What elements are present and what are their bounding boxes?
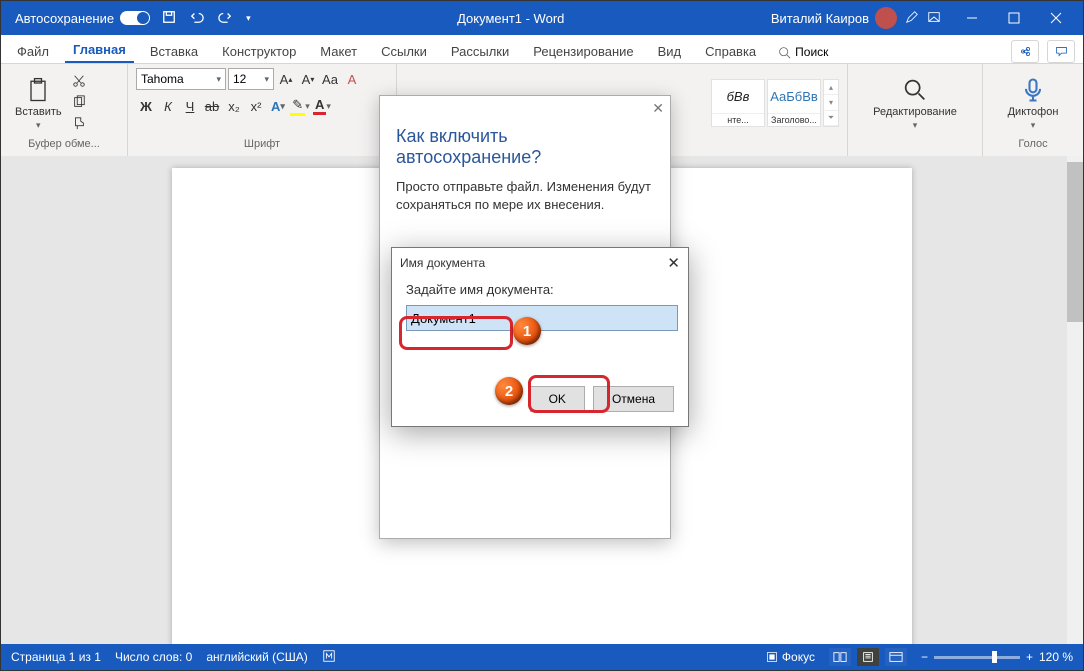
step-marker-2: 2 (495, 377, 523, 405)
tab-home[interactable]: Главная (65, 36, 134, 63)
highlight-button[interactable]: ✎▾ (290, 96, 310, 116)
clipboard-group-label: Буфер обме... (9, 138, 119, 152)
web-layout-button[interactable] (885, 648, 907, 666)
microphone-icon (1019, 76, 1047, 104)
document-name-input[interactable] (406, 305, 678, 331)
cancel-button[interactable]: Отмена (593, 386, 674, 412)
subscript-button[interactable]: x₂ (224, 96, 244, 116)
tab-view[interactable]: Вид (650, 38, 690, 63)
callout-body: Просто отправьте файл. Изменения будут с… (380, 178, 670, 214)
dictate-button[interactable]: Диктофон ▾ (1002, 74, 1065, 133)
grow-font-button[interactable]: A▴ (276, 69, 296, 89)
dialog-prompt: Задайте имя документа: (406, 282, 674, 297)
save-icon[interactable] (162, 10, 176, 27)
maximize-button[interactable] (993, 1, 1035, 35)
tab-layout[interactable]: Макет (312, 38, 365, 63)
dialog-title: Имя документа (400, 256, 485, 270)
style-quote[interactable]: бВвнте... (711, 79, 765, 127)
cut-icon[interactable] (72, 74, 86, 91)
document-title: Документ1 - Word (251, 11, 771, 26)
zoom-slider[interactable] (934, 656, 1020, 659)
search-box[interactable]: Поиск (772, 41, 834, 63)
tab-mailings[interactable]: Рассылки (443, 38, 517, 63)
close-button[interactable] (1035, 1, 1077, 35)
zoom-level[interactable]: 120 % (1039, 650, 1073, 664)
status-page[interactable]: Страница 1 из 1 (11, 650, 101, 664)
zoom-out-icon[interactable]: − (921, 650, 928, 664)
user-name: Виталий Каиров (771, 11, 869, 26)
copy-icon[interactable] (72, 95, 86, 112)
focus-mode[interactable]: Фокус (766, 650, 815, 664)
search-icon (901, 76, 929, 104)
document-name-dialog: Имя документа ✕ Задайте имя документа: O… (391, 247, 689, 427)
font-size-select[interactable]: 12▾ (228, 68, 274, 90)
editing-label: Редактирование (873, 106, 957, 118)
search-label: Поиск (795, 45, 828, 59)
font-group-label: Шрифт (136, 138, 388, 152)
autosave-toggle[interactable] (120, 11, 150, 25)
autosave-label: Автосохранение (15, 11, 114, 26)
font-color-button[interactable]: A▾ (312, 96, 332, 116)
bold-button[interactable]: Ж (136, 96, 156, 116)
underline-button[interactable]: Ч (180, 96, 200, 116)
titlebar: Автосохранение ▾ Документ1 - Word Витали… (1, 1, 1083, 35)
ok-button[interactable]: OK (530, 386, 585, 412)
status-words[interactable]: Число слов: 0 (115, 650, 192, 664)
tab-file[interactable]: Файл (9, 38, 57, 63)
vertical-scrollbar[interactable] (1067, 156, 1083, 644)
pen-icon[interactable] (905, 10, 919, 27)
dictate-label: Диктофон (1008, 106, 1059, 118)
avatar (875, 7, 897, 29)
italic-button[interactable]: К (158, 96, 178, 116)
tab-references[interactable]: Ссылки (373, 38, 435, 63)
editing-button[interactable]: Редактирование ▾ (867, 74, 963, 133)
tab-design[interactable]: Конструктор (214, 38, 304, 63)
search-icon (778, 46, 791, 59)
tab-insert[interactable]: Вставка (142, 38, 206, 63)
view-buttons (829, 648, 907, 666)
superscript-button[interactable]: x² (246, 96, 266, 116)
status-language[interactable]: английский (США) (206, 650, 307, 664)
tab-help[interactable]: Справка (697, 38, 764, 63)
callout-heading: Как включить автосохранение? (380, 96, 670, 178)
undo-icon[interactable] (190, 10, 204, 27)
callout-close-icon[interactable]: ✕ (652, 100, 664, 117)
step-marker-1: 1 (513, 317, 541, 345)
format-painter-icon[interactable] (72, 116, 86, 133)
ribbon-tabs: Файл Главная Вставка Конструктор Макет С… (1, 35, 1083, 64)
redo-icon[interactable] (218, 10, 232, 27)
macro-icon[interactable] (322, 649, 336, 666)
zoom-in-icon[interactable]: + (1026, 650, 1033, 664)
clipboard-icon (24, 76, 52, 104)
print-layout-button[interactable] (857, 648, 879, 666)
text-effects-button[interactable]: A▾ (268, 96, 288, 116)
tab-review[interactable]: Рецензирование (525, 38, 641, 63)
voice-group-label: Голос (991, 138, 1075, 152)
shrink-font-button[interactable]: A▾ (298, 69, 318, 89)
change-case-button[interactable]: Aa (320, 69, 340, 89)
style-heading[interactable]: АаБбВвЗаголово... (767, 79, 821, 127)
user-account[interactable]: Виталий Каиров (771, 7, 897, 29)
statusbar: Страница 1 из 1 Число слов: 0 английский… (1, 644, 1083, 670)
comments-button[interactable] (1047, 40, 1075, 63)
read-mode-button[interactable] (829, 648, 851, 666)
clear-format-button[interactable]: A (342, 69, 362, 89)
quick-access-toolbar: ▾ (162, 10, 251, 27)
zoom-control[interactable]: − + 120 % (921, 650, 1073, 664)
styles-scroll[interactable]: ▴▾⏷ (823, 79, 839, 127)
ribbon-options-icon[interactable] (927, 10, 941, 27)
minimize-button[interactable] (951, 1, 993, 35)
editing-group-label (856, 138, 974, 152)
strike-button[interactable]: ab (202, 96, 222, 116)
share-button[interactable] (1011, 40, 1039, 63)
paste-button[interactable]: Вставить ▾ (9, 74, 68, 133)
font-name-select[interactable]: Tahoma▾ (136, 68, 226, 90)
dialog-close-icon[interactable]: ✕ (667, 254, 680, 272)
window-controls (951, 1, 1077, 35)
paste-label: Вставить (15, 106, 62, 118)
